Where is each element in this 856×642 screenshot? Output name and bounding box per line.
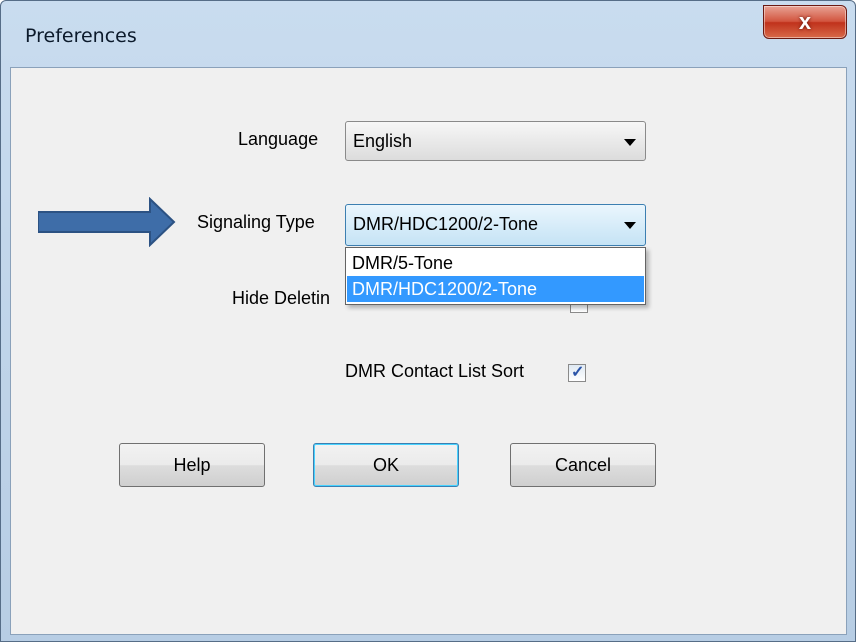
dmr-contact-list-sort-checkbox[interactable]: ✓ (568, 364, 586, 382)
signaling-type-dropdown: DMR/5-Tone DMR/HDC1200/2-Tone (345, 247, 646, 305)
language-value: English (353, 131, 413, 151)
help-button[interactable]: Help (119, 443, 265, 487)
close-icon: x (798, 9, 812, 34)
dropdown-option-dmr-hdc1200-2-tone[interactable]: DMR/HDC1200/2-Tone (347, 276, 644, 302)
chevron-down-icon (624, 139, 636, 146)
window-title: Preferences (25, 25, 137, 47)
signaling-type-select[interactable]: DMR/HDC1200/2-Tone (345, 204, 646, 246)
language-label: Language (238, 129, 319, 149)
dropdown-option-dmr-5-tone[interactable]: DMR/5-Tone (347, 250, 644, 276)
close-button[interactable]: x (763, 5, 847, 39)
preferences-window: Preferences x (0, 0, 856, 642)
ok-button[interactable]: OK (313, 443, 459, 487)
hide-deleting-label: Hide Deletin (232, 288, 331, 308)
cancel-button[interactable]: Cancel (510, 443, 656, 487)
title-bar[interactable]: Preferences x (1, 1, 855, 67)
signaling-type-label: Signaling Type (197, 212, 315, 232)
signaling-type-value: DMR/HDC1200/2-Tone (353, 214, 539, 234)
checkmark-icon: ✓ (571, 364, 585, 381)
chevron-down-icon (624, 222, 636, 229)
language-select[interactable]: English (345, 121, 646, 161)
dmr-contact-list-sort-label: DMR Contact List Sort (345, 361, 525, 381)
right-arrow-icon (38, 197, 176, 247)
